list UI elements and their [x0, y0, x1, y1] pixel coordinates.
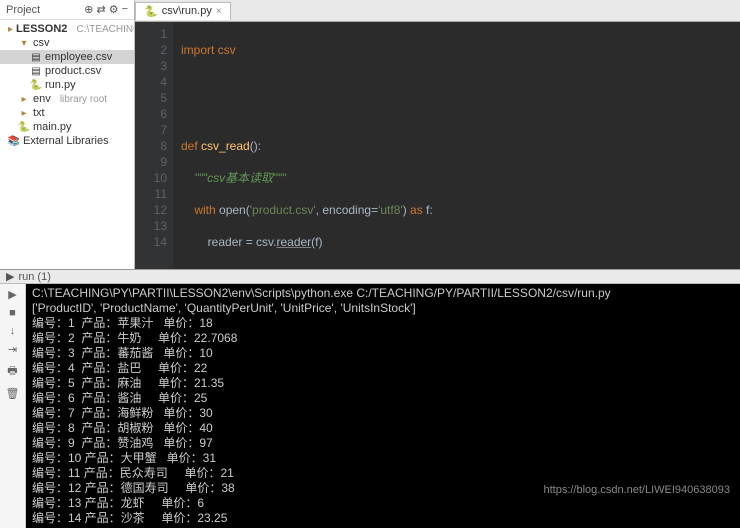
console-line: 编号：13 产品：龙虾 单价：6 — [32, 496, 734, 511]
folder-icon: ▸ — [18, 107, 30, 119]
code-area[interactable]: import csv def csv_read(): """csv基本读取"""… — [173, 22, 740, 269]
tree-folder-csv[interactable]: ▾ csv — [0, 36, 134, 50]
console-line: 编号：9 产品：赞油鸡 单价：97 — [32, 436, 734, 451]
stop-icon[interactable]: ■ — [9, 307, 16, 319]
console-line: 编号：6 产品：酱油 单价：25 — [32, 391, 734, 406]
run-icon: ▶ — [6, 270, 14, 283]
console-line: 编号：2 产品：牛奶 单价：22.7068 — [32, 331, 734, 346]
console-line: 编号：1 产品：苹果汁 单价：18 — [32, 316, 734, 331]
run-title: run (1) — [18, 271, 50, 283]
project-sidebar: Project ⊕ ⇄ ⚙ − ▸ LESSON2 C:\TEACHING\PY… — [0, 0, 135, 269]
console-line: 编号：8 产品：胡椒粉 单价：40 — [32, 421, 734, 436]
console-line: 编号：10 产品：大甲蟹 单价：31 — [32, 451, 734, 466]
console-line: 编号：11 产品：民众寿司 单价：21 — [32, 466, 734, 481]
close-icon[interactable]: × — [216, 6, 222, 17]
tree-file-run[interactable]: 🐍 run.py — [0, 78, 134, 92]
console-line: 编号：4 产品：盐巴 单价：22 — [32, 361, 734, 376]
run-toolbar: ▶ ■ ↓ ⇥ 🖶 🗑 — [0, 284, 26, 528]
hide-icon[interactable]: − — [122, 3, 128, 16]
editor-pane: 🐍 csv\run.py × 1234567891011121314 impor… — [135, 0, 740, 269]
collapse-icon[interactable]: ⊕ — [84, 3, 93, 16]
line-gutter: 1234567891011121314 — [135, 22, 173, 269]
library-icon: 📚 — [8, 135, 20, 147]
console-line: 编号：3 产品：蕃茄酱 单价：10 — [32, 346, 734, 361]
tree-file-product[interactable]: ▤ product.csv — [0, 64, 134, 78]
gear-icon[interactable]: ⚙ — [109, 3, 119, 16]
print-icon[interactable]: 🖶 — [7, 362, 17, 381]
tree-folder-env[interactable]: ▸ env library root — [0, 92, 134, 106]
editor-tab-bar: 🐍 csv\run.py × — [135, 0, 740, 22]
export-icon[interactable]: ⇥ — [8, 343, 17, 356]
tab-run-py[interactable]: 🐍 csv\run.py × — [135, 2, 231, 20]
trash-icon[interactable]: 🗑 — [6, 387, 20, 400]
run-tool-window: ▶ run (1) ▶ ■ ↓ ⇥ 🖶 🗑 C:\TEACHING\PY\PAR… — [0, 270, 740, 502]
project-tree: ▸ LESSON2 C:\TEACHING\PY ▾ csv ▤ employe… — [0, 20, 134, 150]
console-line: 编号：5 产品：麻油 单价：21.35 — [32, 376, 734, 391]
down-icon[interactable]: ↓ — [10, 325, 16, 337]
tree-file-employee[interactable]: ▤ employee.csv — [0, 50, 134, 64]
console-line: 编号：14 产品：沙茶 单价：23.25 — [32, 511, 734, 526]
python-file-icon: 🐍 — [144, 5, 158, 18]
console-line: C:\TEACHING\PY\PARTII\LESSON2\env\Script… — [32, 286, 734, 301]
tree-external-libraries[interactable]: 📚 External Libraries — [0, 134, 134, 148]
tree-folder-txt[interactable]: ▸ txt — [0, 106, 134, 120]
folder-icon: ▸ — [18, 93, 30, 105]
folder-icon: ▾ — [18, 37, 30, 49]
run-header[interactable]: ▶ run (1) — [0, 270, 740, 284]
console-line: ['ProductID', 'ProductName', 'QuantityPe… — [32, 301, 734, 316]
tree-root[interactable]: ▸ LESSON2 C:\TEACHING\PY — [0, 22, 134, 36]
file-icon: ▤ — [30, 51, 42, 63]
console-line: 编号：7 产品：海鲜粉 单价：30 — [32, 406, 734, 421]
rerun-icon[interactable]: ▶ — [8, 288, 16, 301]
python-file-icon: 🐍 — [30, 79, 42, 91]
tree-file-main[interactable]: 🐍 main.py — [0, 120, 134, 134]
folder-icon: ▸ — [8, 23, 13, 35]
file-icon: ▤ — [30, 65, 42, 77]
editor-body[interactable]: 1234567891011121314 import csv def csv_r… — [135, 22, 740, 269]
watermark: https://blog.csdn.net/LIWEI940638093 — [543, 484, 730, 496]
python-file-icon: 🐍 — [18, 121, 30, 133]
expand-icon[interactable]: ⇄ — [96, 3, 105, 16]
sidebar-title: Project — [6, 4, 40, 16]
sidebar-header: Project ⊕ ⇄ ⚙ − — [0, 0, 134, 20]
